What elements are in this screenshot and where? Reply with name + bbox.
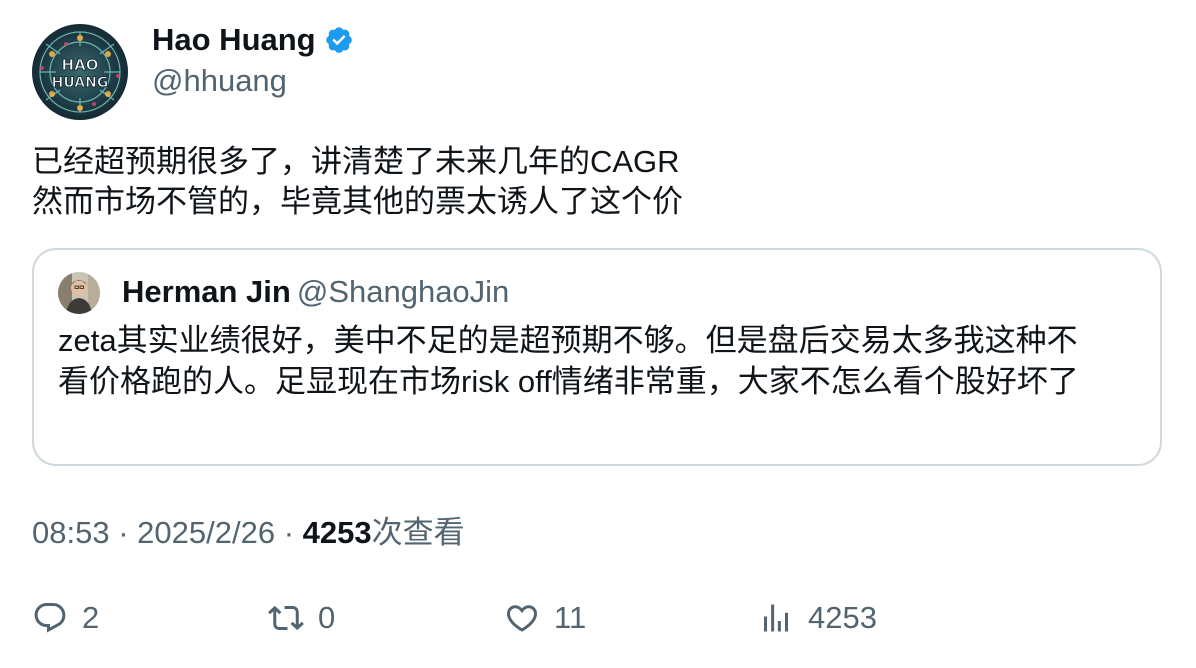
- retweet-icon: [268, 605, 304, 631]
- quoted-author-header: Herman Jin @ShanghaoJin: [122, 272, 509, 312]
- reply-icon: [34, 603, 66, 633]
- reply-count: 2: [82, 600, 100, 635]
- quoted-text-line-2: 看价格跑的人。足显现在市场risk off情绪非常重，大家不怎么看个股好坏了: [58, 364, 1079, 399]
- avatar-text-1: HAO: [62, 56, 99, 74]
- retweet-count: 0: [318, 600, 336, 635]
- like-count: 11: [554, 600, 587, 635]
- quoted-tweet-text: zeta其实业绩很好，美中不足的是超预期不够。但是盘后交易太多我这种不 看价格跑…: [58, 320, 1079, 402]
- quoted-author-avatar[interactable]: [58, 272, 100, 314]
- retweet-button[interactable]: 0: [268, 600, 335, 636]
- tweet-date[interactable]: 2025/2/26: [137, 515, 275, 550]
- author-display-name[interactable]: Hao Huang: [152, 22, 316, 58]
- meta-views-label: 次查看: [371, 515, 465, 550]
- author-handle[interactable]: @hhuang: [152, 63, 287, 99]
- like-icon: [506, 605, 538, 632]
- action-bar: 2 0 11 4253: [0, 600, 1196, 648]
- tweet-container: HAO HUANG Hao Huang @hhuang 已经超预期很多了，讲清楚…: [0, 0, 1196, 668]
- views-button[interactable]: 4253: [758, 600, 877, 636]
- quoted-author-handle[interactable]: @ShanghaoJin: [297, 274, 509, 309]
- author-name-row: Hao Huang: [152, 22, 354, 58]
- avatar-text-2: HUANG: [52, 75, 109, 91]
- meta-views-count: 4253: [302, 515, 372, 550]
- tweet-meta: 08:53 · 2025/2/26 · 4253次查看: [32, 513, 465, 553]
- quoted-text-line-1: zeta其实业绩很好，美中不足的是超预期不够。但是盘后交易太多我这种不: [58, 323, 1078, 358]
- author-avatar[interactable]: HAO HUANG: [32, 24, 128, 120]
- tweet-text-line-1: 已经超预期很多了，讲清楚了未来几年的CAGR: [32, 144, 680, 179]
- views-count: 4253: [808, 600, 877, 635]
- tweet-text-line-2: 然而市场不管的，毕竟其他的票太诱人了这个价: [32, 184, 683, 219]
- meta-separator-2: ·: [283, 515, 295, 550]
- quoted-author-name[interactable]: Herman Jin: [122, 274, 291, 309]
- reply-button[interactable]: 2: [32, 600, 99, 636]
- verified-badge-icon[interactable]: [324, 25, 354, 55]
- quoted-tweet-card[interactable]: Herman Jin @ShanghaoJin zeta其实业绩很好，美中不足的是…: [32, 248, 1162, 466]
- views-icon: [764, 604, 788, 632]
- meta-separator-1: ·: [118, 515, 129, 550]
- tweet-time[interactable]: 08:53: [32, 515, 110, 550]
- like-button[interactable]: 11: [504, 600, 586, 636]
- tweet-text: 已经超预期很多了，讲清楚了未来几年的CAGR 然而市场不管的，毕竟其他的票太诱人…: [32, 142, 683, 222]
